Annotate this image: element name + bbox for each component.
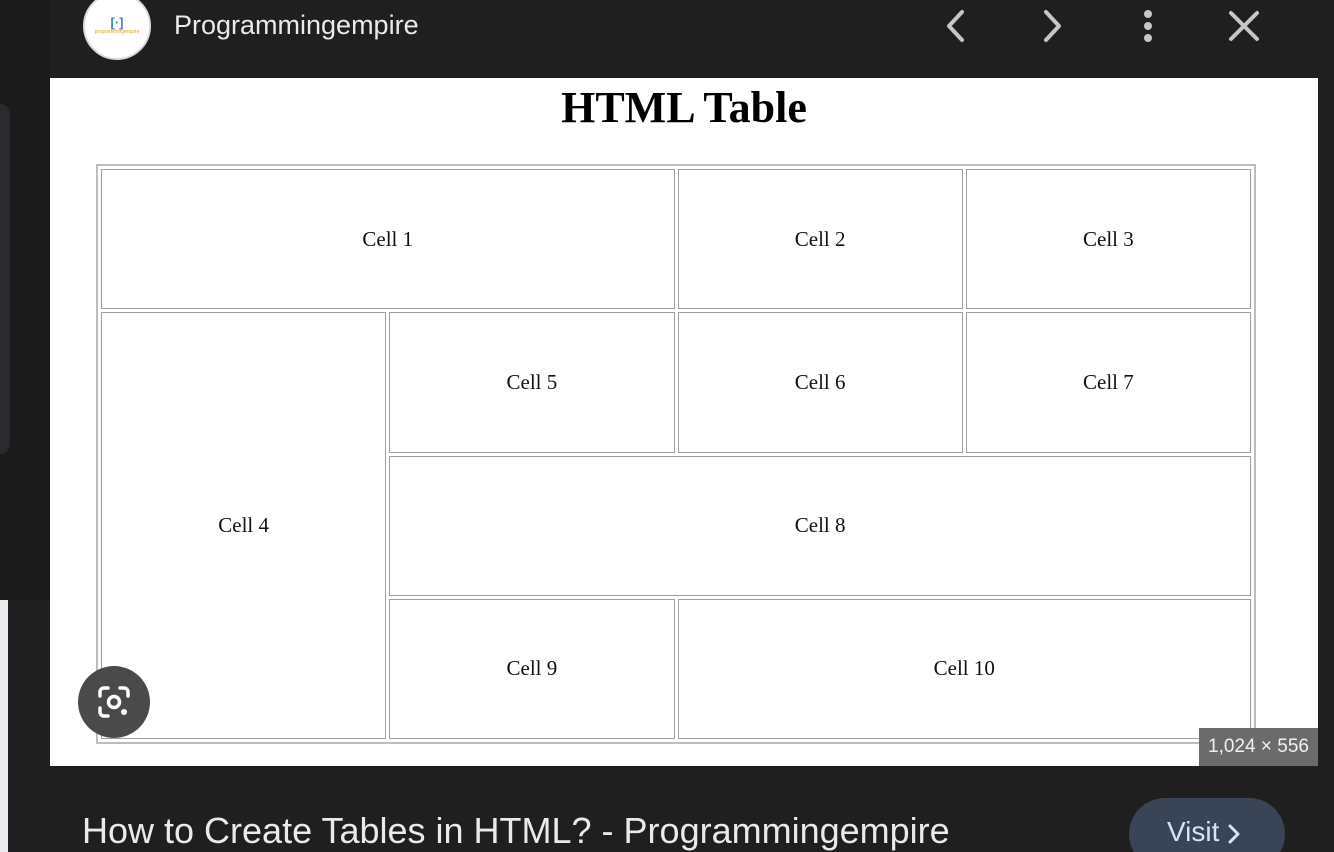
previous-button[interactable] (936, 6, 976, 46)
table-cell: Cell 6 (677, 312, 963, 453)
table-cell: Cell 1 (101, 169, 675, 310)
table-cell: Cell 7 (965, 312, 1251, 453)
image-viewer: [·] programmingempire Programmingempire (0, 0, 1334, 852)
backdrop-panel (0, 104, 10, 454)
table-cell: Cell 5 (389, 312, 675, 453)
table-cell: Cell 10 (677, 598, 1251, 739)
viewer-header: [·] programmingempire Programmingempire (50, 0, 1318, 78)
chevron-left-icon (947, 10, 964, 42)
table-cell: Cell 8 (389, 455, 1251, 596)
table-cell: Cell 3 (965, 169, 1251, 310)
preview-image[interactable]: HTML Table Cell 1 Cell 2 Cell 3 Cell 4 C… (50, 78, 1318, 766)
table-cell: Cell 9 (389, 598, 675, 739)
visit-label: Visit (1167, 816, 1220, 847)
image-dimensions: 1,024 × 556 (1199, 728, 1318, 766)
logo-mark: [·] (110, 15, 124, 30)
table-cell: Cell 2 (677, 169, 963, 310)
logo-text: programmingempire (94, 29, 140, 35)
visit-button[interactable]: Visit (1129, 798, 1285, 852)
page-title-link[interactable]: How to Create Tables in HTML? - Programm… (82, 810, 950, 852)
demo-table: Cell 1 Cell 2 Cell 3 Cell 4 Cell 5 Cell … (96, 164, 1256, 744)
next-button[interactable] (1032, 6, 1072, 46)
site-logo[interactable]: [·] programmingempire (83, 0, 151, 60)
image-title: HTML Table (561, 83, 807, 132)
more-options-button[interactable] (1128, 6, 1168, 46)
chevron-right-icon (1044, 10, 1061, 42)
lens-search-button[interactable] (78, 666, 150, 738)
chevron-right-icon (1227, 820, 1241, 852)
site-name[interactable]: Programmingempire (174, 10, 419, 41)
more-vert-icon (1144, 10, 1152, 42)
lens-icon (98, 686, 130, 718)
table-cell: Cell 4 (101, 312, 387, 739)
close-button[interactable] (1224, 6, 1264, 46)
close-icon (1229, 11, 1259, 41)
backdrop-light (0, 600, 8, 852)
